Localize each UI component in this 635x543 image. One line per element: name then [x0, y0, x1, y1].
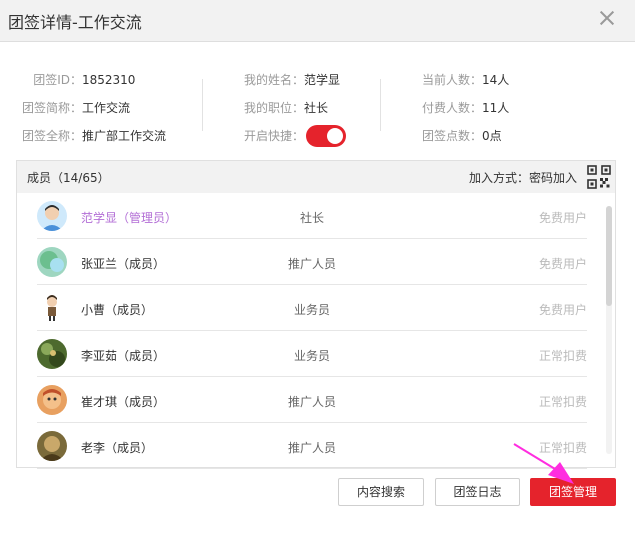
avatar	[37, 385, 67, 415]
avatar	[37, 339, 67, 369]
group-id-row: 团签ID： 1852310	[22, 66, 166, 94]
group-short-name-row: 团签简称： 工作交流	[22, 94, 166, 122]
avatar	[37, 293, 67, 323]
info-column-2: 我的姓名： 范学显 我的职位： 社长 开启快捷：	[234, 66, 346, 150]
info-divider	[380, 79, 381, 131]
member-row[interactable]: 范学显（管理员） 社长 免费用户	[37, 193, 587, 239]
group-id-value: 1852310	[82, 73, 136, 87]
dialog-titlebar: 团签详情-工作交流	[0, 0, 635, 42]
toggle-knob	[327, 128, 343, 144]
info-column-3: 当前人数： 14人 付费人数： 11人 团签点数： 0点	[412, 66, 509, 150]
my-position-label: 我的职位：	[243, 101, 304, 115]
member-name: 小曹（成员）	[81, 303, 154, 317]
my-name-value: 范学显	[304, 73, 341, 87]
member-role: 业务员	[293, 349, 330, 363]
paid-count-value: 11人	[482, 101, 510, 115]
group-full-name-row: 团签全称： 推广部工作交流	[22, 122, 166, 150]
scrollbar-thumb[interactable]	[606, 206, 612, 306]
member-row[interactable]: 张亚兰（成员） 推广人员 免费用户	[37, 239, 587, 285]
qr-code-icon[interactable]	[587, 165, 611, 189]
member-row[interactable]: 崔才琪（成员） 推广人员 正常扣费	[37, 377, 587, 423]
members-panel: 成员（14/65） 加入方式：密码加入 范学显（管理员） 社长 免费用户 张亚兰…	[16, 160, 616, 469]
member-name: 老李（成员）	[81, 441, 154, 455]
close-icon[interactable]	[597, 8, 617, 28]
group-short-name-value: 工作交流	[82, 101, 131, 115]
my-name-row: 我的姓名： 范学显	[234, 66, 346, 94]
member-role: 业务员	[293, 303, 330, 317]
member-name: 崔才琪（成员）	[81, 395, 166, 409]
shortcut-label: 开启快捷：	[243, 129, 304, 143]
members-header: 成员（14/65） 加入方式：密码加入	[17, 161, 615, 193]
member-type: 正常扣费	[538, 395, 587, 409]
content-search-button[interactable]: 内容搜索	[338, 478, 424, 506]
member-row[interactable]: 李亚茹（成员） 业务员 正常扣费	[37, 331, 587, 377]
points-label: 团签点数：	[421, 129, 482, 143]
member-role: 推广人员	[287, 395, 336, 409]
info-column-1: 团签ID： 1852310 团签简称： 工作交流 团签全称： 推广部工作交流	[22, 66, 166, 150]
shortcut-toggle[interactable]	[306, 125, 346, 147]
avatar	[37, 247, 67, 277]
member-name: 张亚兰（成员）	[81, 257, 166, 271]
group-id-label: 团签ID：	[33, 73, 82, 87]
current-count-label: 当前人数：	[421, 73, 482, 87]
my-position-value: 社长	[304, 101, 329, 115]
current-count-row: 当前人数： 14人	[412, 66, 509, 94]
group-full-name-value: 推广部工作交流	[82, 129, 167, 143]
group-log-button[interactable]: 团签日志	[435, 478, 520, 506]
group-full-name-label: 团签全称：	[22, 129, 83, 143]
member-role: 社长	[299, 211, 324, 225]
member-type: 免费用户	[538, 303, 587, 317]
points-row: 团签点数： 0点	[412, 122, 509, 150]
member-list-scrollbar[interactable]	[606, 206, 612, 454]
member-type: 正常扣费	[538, 441, 587, 455]
member-type: 免费用户	[538, 211, 587, 225]
dialog-title: 团签详情-工作交流	[8, 13, 142, 32]
shortcut-row: 开启快捷：	[234, 122, 346, 150]
members-title: 成员（14/65）	[27, 171, 110, 185]
member-role: 推广人员	[287, 441, 336, 455]
paid-count-row: 付费人数： 11人	[412, 94, 509, 122]
points-value: 0点	[482, 129, 502, 143]
member-type: 正常扣费	[538, 349, 587, 363]
avatar	[37, 201, 67, 231]
member-row[interactable]: 老李（成员） 推广人员 正常扣费	[37, 423, 587, 469]
member-role: 推广人员	[287, 257, 336, 271]
paid-count-label: 付费人数：	[421, 101, 482, 115]
member-name: 李亚茹（成员）	[81, 349, 166, 363]
member-type: 免费用户	[538, 257, 587, 271]
info-divider	[202, 79, 203, 131]
current-count-value: 14人	[482, 73, 510, 87]
my-position-row: 我的职位： 社长	[234, 94, 346, 122]
member-name: 范学显（管理员）	[81, 211, 178, 225]
my-name-label: 我的姓名：	[243, 73, 304, 87]
group-manage-button[interactable]: 团签管理	[530, 478, 616, 506]
group-short-name-label: 团签简称：	[22, 101, 83, 115]
member-list: 范学显（管理员） 社长 免费用户 张亚兰（成员） 推广人员 免费用户 小曹（成员…	[37, 193, 587, 469]
join-mode: 加入方式：密码加入	[468, 171, 577, 185]
avatar	[37, 431, 67, 461]
member-row[interactable]: 小曹（成员） 业务员 免费用户	[37, 285, 587, 331]
